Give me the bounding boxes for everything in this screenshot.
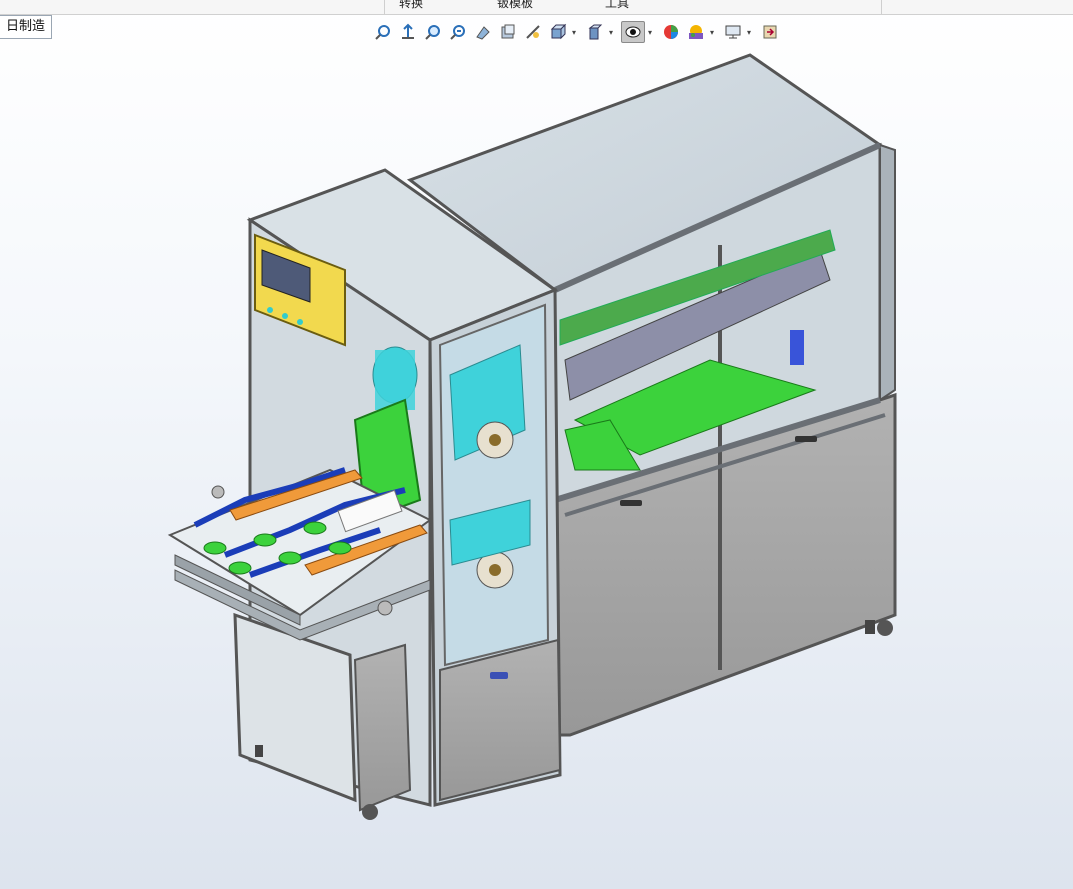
tab-sheet-metal[interactable]: 钣模板 xyxy=(497,0,533,11)
display-style-dropdown-icon[interactable]: ▾ xyxy=(609,28,617,37)
apply-scene-dropdown-icon[interactable]: ▾ xyxy=(710,28,718,37)
command-tabs: 转换 钣模板 工具 xyxy=(384,0,882,14)
document-tab[interactable]: 日制造 xyxy=(0,15,53,39)
graphics-viewport[interactable] xyxy=(0,40,1073,889)
view-setting-dropdown-icon[interactable]: ▾ xyxy=(747,28,755,37)
document-tab-label: 日制造 xyxy=(6,19,46,34)
tab-tools[interactable]: 工具 xyxy=(605,0,629,11)
tab-convert[interactable]: 转换 xyxy=(399,0,423,11)
command-manager-bar: 转换 钣模板 工具 xyxy=(0,0,1073,15)
hide-show-dropdown-icon[interactable]: ▾ xyxy=(648,28,656,37)
view-orientation-dropdown-icon[interactable]: ▾ xyxy=(572,28,580,37)
